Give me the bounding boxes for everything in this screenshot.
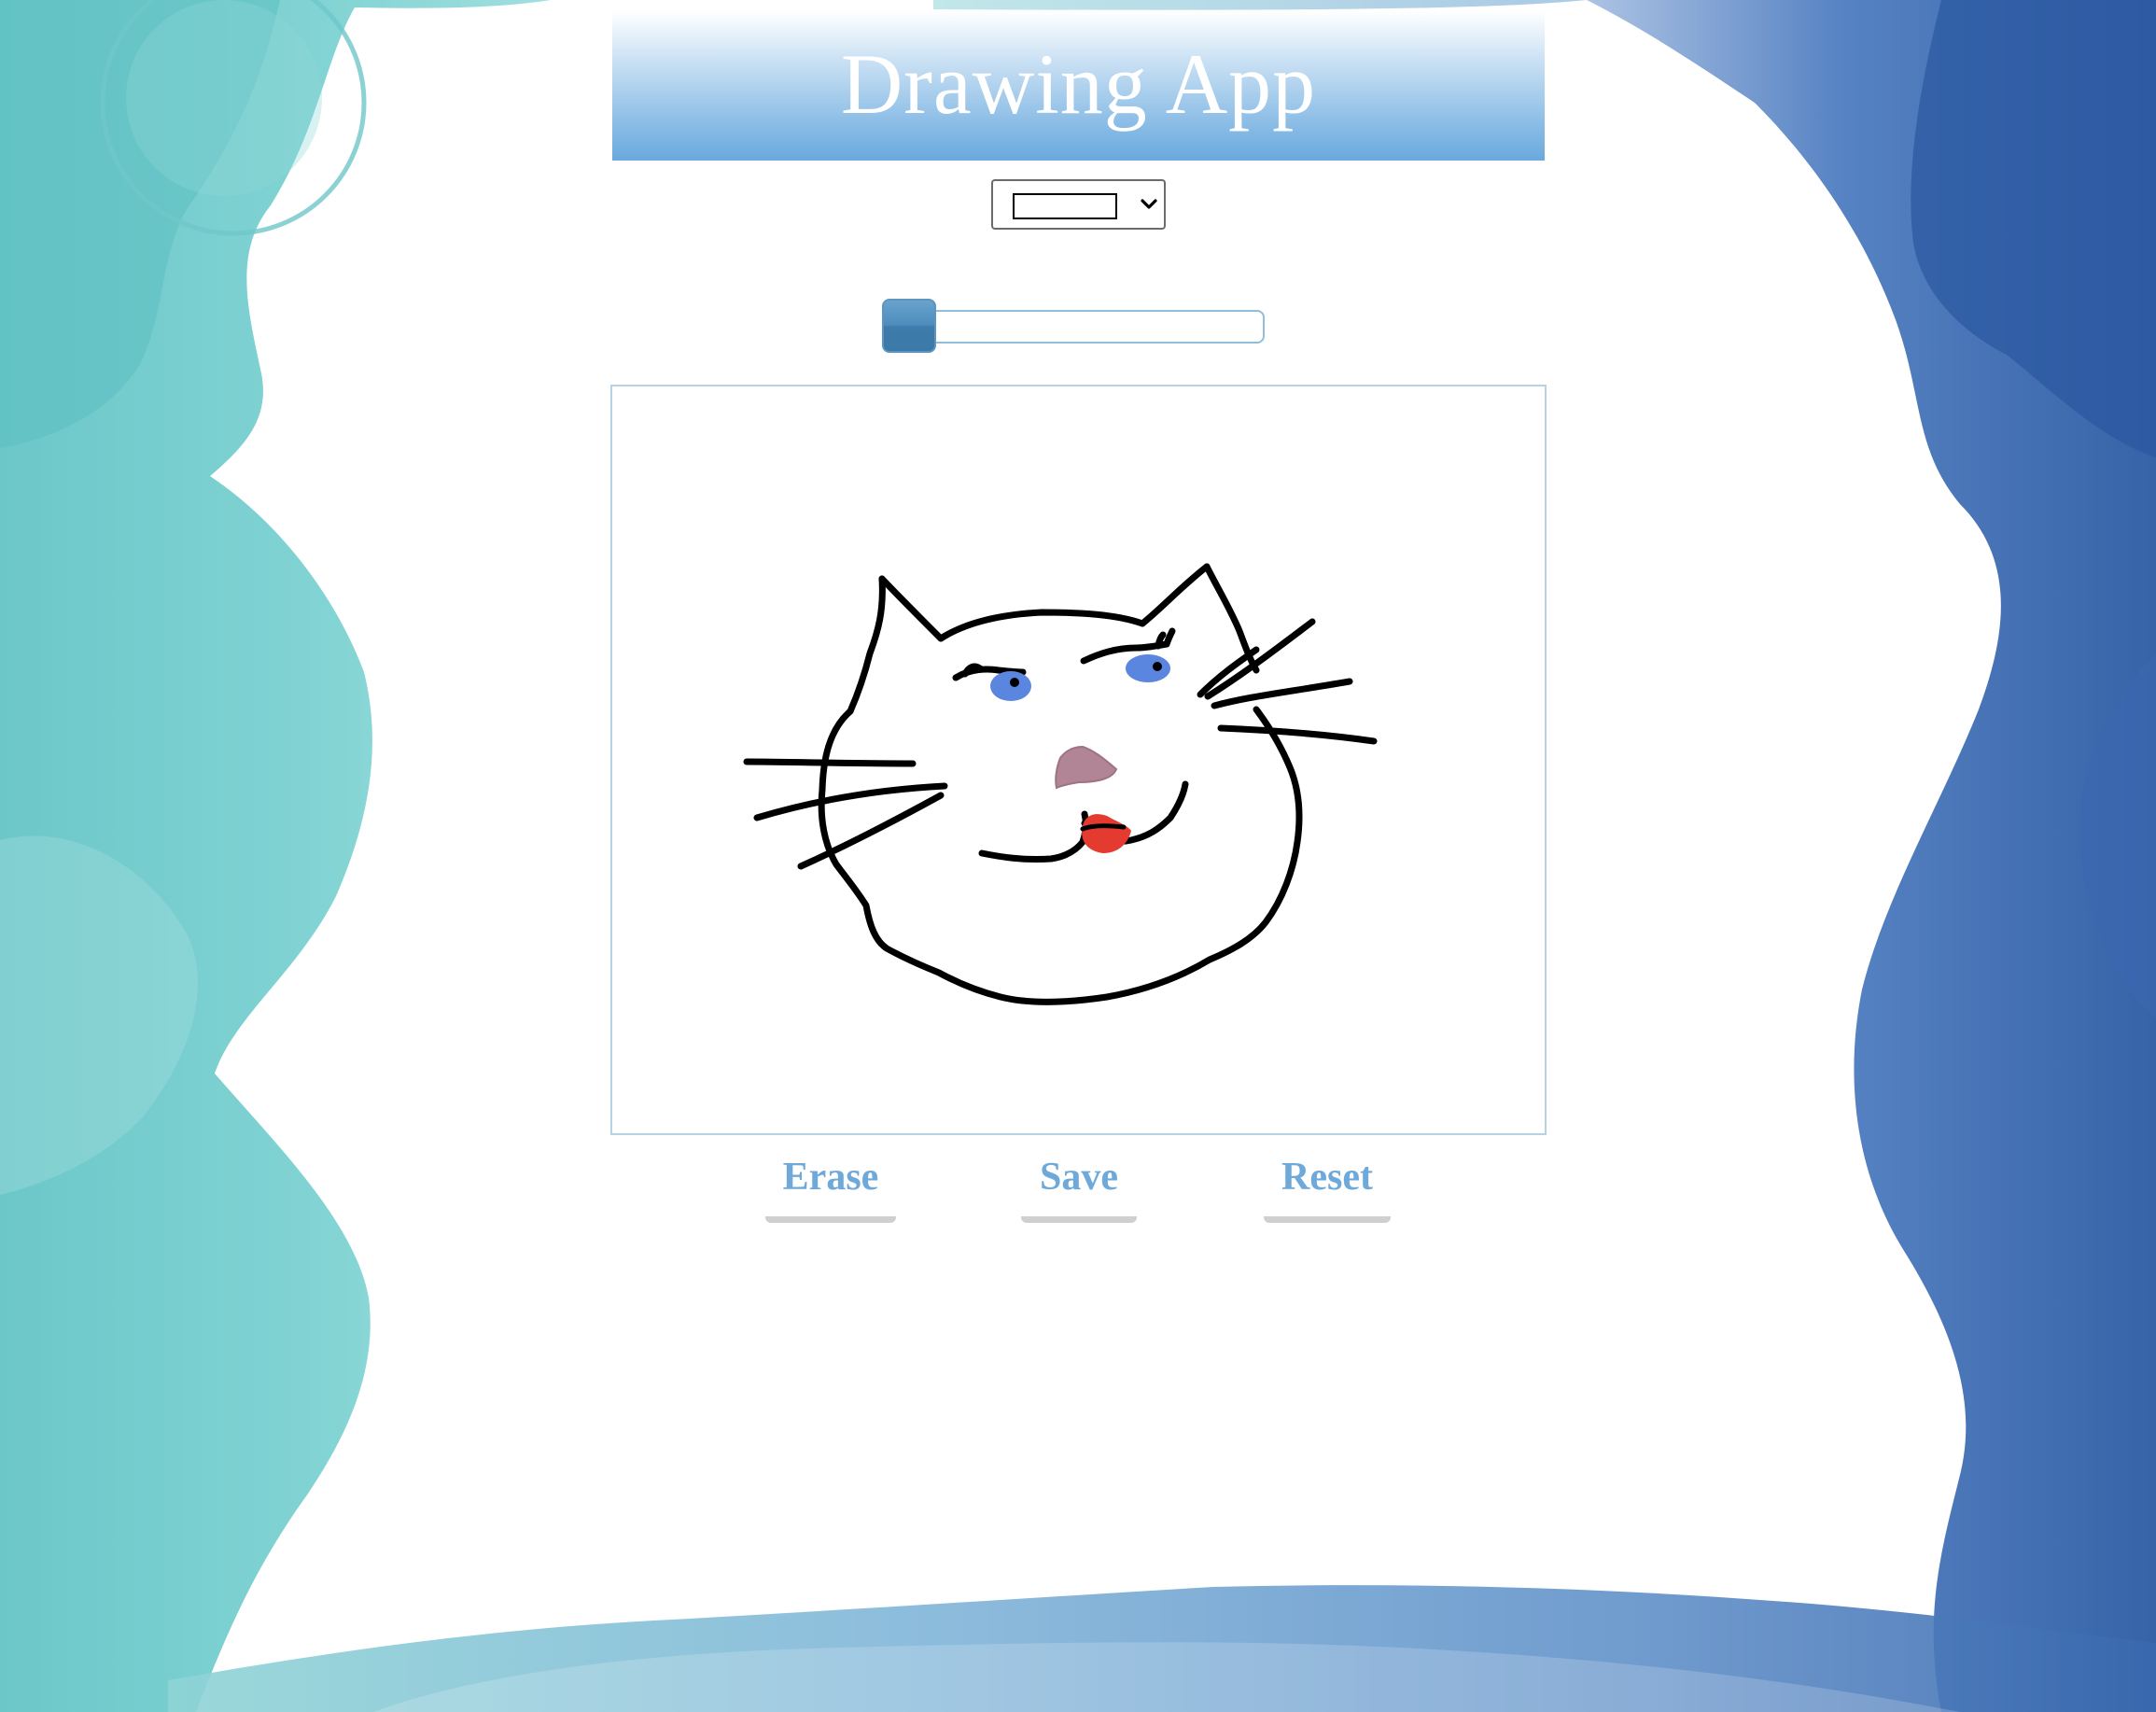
brush-size-slider[interactable] bbox=[882, 297, 1266, 353]
slider-track[interactable] bbox=[882, 310, 1265, 344]
app-page: Drawing App Erase Save Reset bbox=[0, 0, 2156, 1712]
app-header: Drawing App bbox=[612, 11, 1545, 161]
color-select[interactable] bbox=[991, 179, 1166, 230]
color-swatch bbox=[1013, 193, 1117, 219]
slider-thumb[interactable] bbox=[882, 299, 936, 353]
erase-button[interactable]: Erase bbox=[765, 1150, 896, 1223]
cat-drawing bbox=[743, 563, 1378, 1005]
save-button[interactable]: Save bbox=[1021, 1150, 1137, 1223]
drawing-canvas[interactable] bbox=[610, 385, 1547, 1135]
app-title: Drawing App bbox=[840, 36, 1317, 132]
reset-button[interactable]: Reset bbox=[1264, 1150, 1391, 1223]
chevron-down-icon bbox=[1141, 199, 1157, 209]
